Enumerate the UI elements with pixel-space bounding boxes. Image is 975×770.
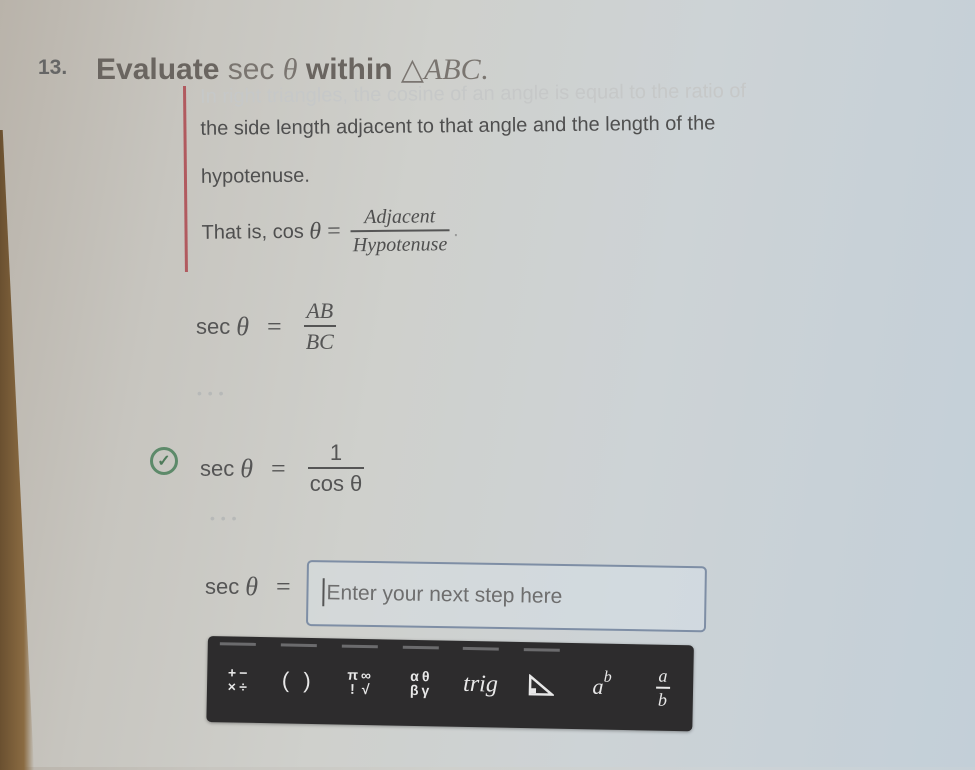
- operators-icon: + − × ÷: [227, 664, 248, 695]
- tab-indicator: [463, 646, 500, 651]
- title-mid: within: [305, 53, 393, 86]
- operators-tab[interactable]: + − × ÷: [206, 636, 268, 723]
- fraction-numerator: Adjacent: [364, 205, 436, 229]
- that-is-label: That is,: [201, 221, 268, 244]
- step-denominator: cos θ: [307, 467, 365, 497]
- step-lhs: sec: [196, 313, 231, 339]
- answer-row: sec θ =: [205, 572, 309, 602]
- constants-tab[interactable]: π ∞ ! √: [328, 638, 390, 725]
- screen-bezel: [0, 130, 34, 770]
- step-numerator: 1: [329, 440, 343, 465]
- hint-line-1: In right triangles, the cosine of an ang…: [199, 80, 747, 108]
- hint-fraction: Adjacent Hypotenuse: [350, 205, 450, 258]
- tab-indicator: [280, 643, 317, 648]
- tab-indicator: [341, 644, 378, 649]
- step-denominator: BC: [303, 325, 336, 355]
- next-step-input[interactable]: [324, 576, 689, 616]
- step-equals: =: [271, 453, 286, 483]
- step-theta: θ: [236, 311, 250, 341]
- parentheses-tab[interactable]: ( ): [267, 637, 329, 724]
- title-prefix: Evaluate: [96, 53, 220, 86]
- equals-sign: =: [327, 218, 341, 245]
- answer-lhs: sec: [205, 574, 240, 599]
- title-func: sec: [227, 53, 275, 86]
- trig-tab[interactable]: trig: [449, 641, 511, 728]
- geometry-tab[interactable]: [510, 642, 572, 729]
- parentheses-icon: ( ): [281, 667, 315, 694]
- step-theta: θ: [240, 453, 254, 483]
- period: .: [453, 219, 459, 242]
- fraction-denominator: Hypotenuse: [350, 229, 450, 258]
- exponent-button[interactable]: ab: [571, 643, 633, 730]
- step-equals: =: [267, 311, 282, 341]
- tab-indicator: [220, 642, 257, 646]
- step-numerator: AB: [306, 298, 334, 323]
- greek-tab[interactable]: αθ βγ: [389, 639, 451, 726]
- cos-label: cos: [272, 220, 304, 244]
- constants-icon: π ∞ ! √: [347, 666, 372, 698]
- tab-indicator: [523, 648, 560, 652]
- step-ellipsis: • • •: [210, 510, 238, 526]
- exponent-icon: ab: [592, 668, 612, 700]
- theta-symbol: θ: [309, 218, 322, 245]
- hint-line-2: the side length adjacent to that angle a…: [200, 112, 716, 140]
- hint-box: In right triangles, the cosine of an ang…: [183, 79, 848, 272]
- answer-equals: =: [276, 572, 291, 601]
- trig-label: trig: [462, 670, 499, 698]
- tab-indicator: [402, 645, 439, 650]
- answer-theta: θ: [245, 572, 259, 601]
- hint-formula: That is, cos θ = Adjacent Hypotenuse .: [201, 205, 459, 259]
- title-end: .: [480, 53, 489, 86]
- next-step-input-box[interactable]: [305, 560, 707, 633]
- step-lhs: sec: [200, 455, 235, 481]
- step-ellipsis: • • •: [197, 385, 225, 401]
- step-2: sec θ = 1 cos θ: [200, 440, 368, 497]
- step-fraction: AB BC: [303, 298, 336, 355]
- right-triangle-icon: [528, 674, 555, 696]
- title-var: θ: [282, 53, 298, 86]
- fraction-icon: a b: [655, 666, 670, 710]
- correct-check-icon: ✓: [150, 447, 178, 475]
- problem-title: Evaluate sec θ within △ABC.: [96, 52, 488, 87]
- triangle-symbol: △: [400, 53, 424, 86]
- math-keyboard-toolbar: + − × ÷ ( ) π ∞ ! √ αθ βγ trig ab a b: [206, 636, 694, 732]
- step-fraction: 1 cos θ: [307, 440, 365, 497]
- triangle-name: ABC: [423, 53, 481, 86]
- fraction-button[interactable]: a b: [632, 644, 694, 731]
- step-1: sec θ = AB BC: [196, 298, 340, 355]
- greek-letters-icon: αθ βγ: [409, 667, 430, 699]
- problem-number: 13.: [38, 56, 68, 79]
- hint-line-3: hypotenuse.: [200, 164, 311, 188]
